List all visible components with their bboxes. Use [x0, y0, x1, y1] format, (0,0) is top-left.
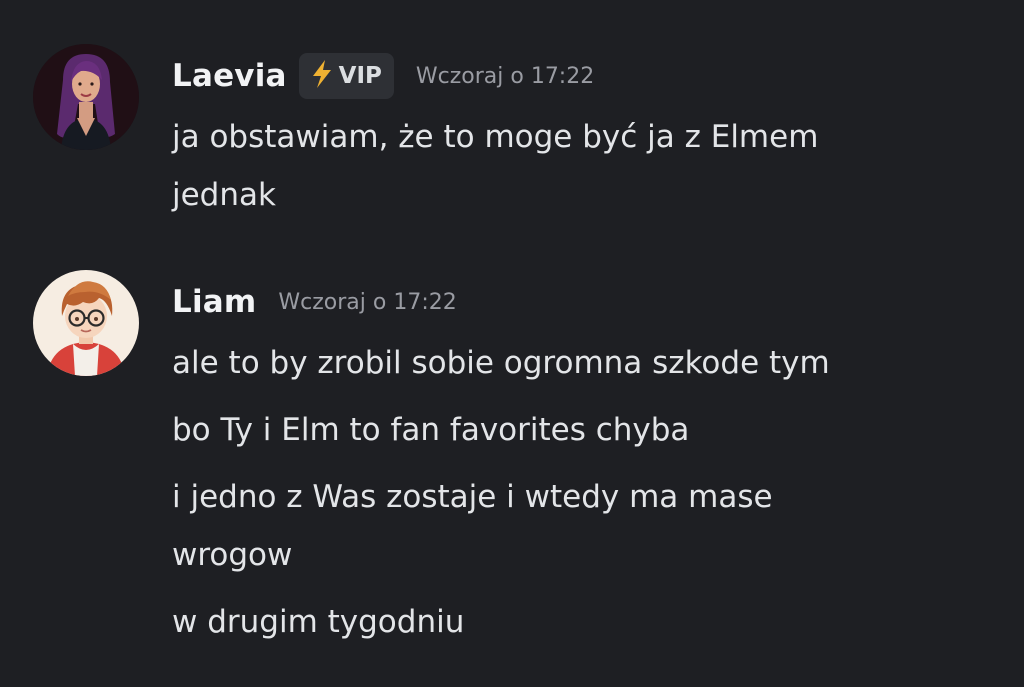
lightning-bolt-icon	[309, 59, 335, 93]
message-header: Laevia VIP Wczoraj o 17:22	[172, 53, 594, 99]
chat-message-list: Laevia VIP Wczoraj o 17:22 ja obstawiam,…	[0, 0, 1024, 687]
message-line: jednak	[172, 177, 276, 213]
message-line: bo Ty i Elm to fan favorites chyba	[172, 412, 690, 448]
username[interactable]: Laevia	[172, 58, 287, 94]
avatar-liam-image	[33, 270, 139, 376]
timestamp[interactable]: Wczoraj o 17:22	[278, 290, 456, 315]
message-line: ale to by zrobil sobie ogromna szkode ty…	[172, 345, 830, 381]
message-content: ja obstawiam, że to moge być ja z Elmem …	[172, 108, 992, 224]
username[interactable]: Liam	[172, 284, 256, 320]
avatar-laevia-image	[33, 44, 139, 150]
badge-label: VIP	[338, 63, 382, 89]
avatar[interactable]	[33, 270, 139, 376]
message-header: Liam Wczoraj o 17:22	[172, 280, 457, 324]
message-line: wrogow	[172, 537, 293, 573]
message-line: i jedno z Was zostaje i wtedy ma mase	[172, 479, 773, 515]
timestamp[interactable]: Wczoraj o 17:22	[416, 64, 594, 89]
avatar[interactable]	[33, 44, 139, 150]
vip-badge[interactable]: VIP	[298, 53, 394, 99]
message-line: w drugim tygodniu	[172, 604, 465, 640]
message-line: ja obstawiam, że to moge być ja z Elmem	[172, 119, 819, 155]
message-content: ale to by zrobil sobie ogromna szkode ty…	[172, 334, 992, 651]
